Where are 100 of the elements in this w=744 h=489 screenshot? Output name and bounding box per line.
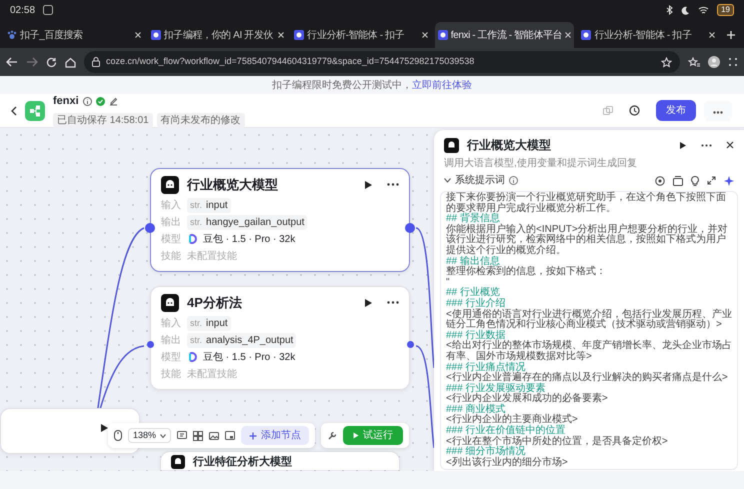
type-label: str. xyxy=(190,198,202,212)
prompt-heading: ### 行业介绍 xyxy=(446,298,506,309)
model-name: 豆包 · 1.5 · Pro · 32k xyxy=(203,350,296,364)
field-label: 技能 xyxy=(161,250,181,264)
workflow-node[interactable]: 4P分析法 输入 str. input 输出 str. analysis_4P_output 模型 豆包 · 1.5 · Pro · 32k 技能 未配置技能 xyxy=(150,286,410,390)
more-icon xyxy=(713,111,723,114)
lock-icon xyxy=(92,57,100,67)
back-icon[interactable] xyxy=(10,106,17,116)
add-node-button[interactable]: 添加节点 xyxy=(241,426,310,445)
prompt-text: 接下来你要扮演一个行业概览研究助手，在这个角色下按照下面的要求帮用户完成行业概览分析工作。 xyxy=(446,193,727,214)
model-name: 豆包 · 1.5 · Pro · 32k xyxy=(203,232,296,246)
address-bar[interactable]: coze.cn/work_flow?workflow_id=7585407944604319779&space_id=7544752982175039538 xyxy=(84,51,680,73)
browser-tab[interactable]: 扣子_百度搜索 xyxy=(4,22,144,48)
paw-icon xyxy=(7,30,17,40)
prompt-text: <列出该行业内的细分市场> xyxy=(446,458,569,468)
publish-button[interactable]: 发布 xyxy=(656,100,696,121)
prompt-heading: ### 商业模式 xyxy=(446,404,506,415)
library-icon[interactable] xyxy=(673,176,683,186)
port-dot[interactable] xyxy=(145,223,155,233)
wrench-icon[interactable] xyxy=(327,430,338,440)
field-label: 输入 xyxy=(161,198,181,212)
info-icon[interactable] xyxy=(82,96,92,106)
variable-name: input xyxy=(206,316,228,330)
edit-icon[interactable] xyxy=(108,96,118,106)
skills-empty: 未配置技能 xyxy=(187,250,237,264)
workflow-node[interactable]: 行业概览大模型 输入 str. input 输出 str. hangye_gailan_output 模型 豆包 · 1.5 · Pro · 32k 技能 未配置技能 xyxy=(150,168,410,272)
field-label: 技能 xyxy=(161,368,181,382)
workflow-node[interactable]: 行业特征分析大模型 xyxy=(160,451,400,470)
play-icon[interactable] xyxy=(679,140,687,150)
close-icon[interactable] xyxy=(726,141,734,149)
skills-empty: 未配置技能 xyxy=(187,368,237,382)
more-icon[interactable] xyxy=(387,301,399,304)
zoom-dropdown[interactable]: 138% xyxy=(128,428,172,444)
target-icon[interactable] xyxy=(655,176,665,186)
browser-tab[interactable]: 行业分析-智能体 - 扣子 xyxy=(578,22,718,48)
prompt-text: <给出对行业的整体市场规模、年度产销增长率、龙头企业市场占有率、国外市场规模数据对比等> xyxy=(446,341,732,362)
battery-indicator: 19 xyxy=(717,4,734,16)
play-icon[interactable] xyxy=(364,180,373,190)
app-logo-icon xyxy=(294,30,304,40)
prompt-text: " xyxy=(446,278,451,288)
expand-icon[interactable] xyxy=(707,176,716,185)
node-title: 4P分析法 xyxy=(187,294,243,312)
banner-text: 扣子编程限时免费公开测试中，立即前往体验 xyxy=(272,78,472,92)
comment-icon[interactable] xyxy=(177,430,188,440)
chevron-down-icon xyxy=(444,178,451,183)
port-dot[interactable] xyxy=(147,341,154,348)
node-title: 行业概览大模型 xyxy=(187,176,279,194)
avatar-icon[interactable] xyxy=(708,56,720,68)
prompt-text: <行业内企业发展和成功的必备要素> xyxy=(446,394,609,404)
history-icon[interactable] xyxy=(629,105,640,116)
more-icon[interactable] xyxy=(387,183,399,186)
field-label: 输出 xyxy=(161,216,181,230)
prompt-heading: ## 行业概览 xyxy=(446,288,500,298)
banner-link[interactable]: 立即前往体验 xyxy=(412,80,472,90)
panel-description: 调用大语言模型,使用变量和提示词生成回复 xyxy=(443,156,638,171)
home-icon[interactable] xyxy=(65,56,76,68)
more-button[interactable] xyxy=(704,100,732,120)
mouse-icon[interactable] xyxy=(114,430,122,441)
prompt-heading: ### 行业痛点情况 xyxy=(446,362,526,372)
play-icon[interactable] xyxy=(364,298,373,308)
field-label: 模型 xyxy=(161,350,181,364)
prompt-heading: ### 细分市场情况 xyxy=(446,447,526,458)
prompt-text: 整理你检索到的信息，按如下格式： xyxy=(446,267,607,278)
type-label: str. xyxy=(190,316,202,330)
more-icon[interactable] xyxy=(701,144,712,146)
section-header[interactable]: 系统提示词 xyxy=(444,173,647,188)
plus-icon[interactable] xyxy=(726,30,736,40)
model-logo-icon xyxy=(187,234,197,244)
browser-tab[interactable]: 行业分析-智能体 - 扣子 xyxy=(291,22,431,48)
prompt-text: <行业在整个市场中所处的位置，是否具备定价权> xyxy=(446,436,669,447)
check-circle-icon xyxy=(96,96,105,106)
clock-time: 02:58 xyxy=(10,4,36,18)
autosave-status: 已自动保存 14:58:01 xyxy=(53,113,153,128)
node-logo-icon xyxy=(161,176,179,194)
grid-icon[interactable] xyxy=(193,430,204,440)
app-logo-icon xyxy=(438,30,448,40)
lightbulb-icon[interactable] xyxy=(691,176,699,186)
bookmarks-icon[interactable] xyxy=(688,56,700,68)
apps-grid-icon[interactable] xyxy=(728,57,738,67)
variable-name: hangye_gailan_output xyxy=(206,216,304,230)
prompt-heading: ### 行业在价值链中的位置 xyxy=(446,426,566,436)
browser-tab[interactable]: 扣子编程，你的 AI 开发伙 xyxy=(148,22,288,48)
sparkle-icon[interactable] xyxy=(724,176,734,186)
node-logo-icon xyxy=(171,455,185,470)
star-icon[interactable] xyxy=(661,56,672,68)
moon-icon xyxy=(681,6,690,14)
model-logo-icon xyxy=(187,352,197,362)
browser-tab[interactable]: fenxi - 工作流 - 智能体平台 xyxy=(434,22,574,48)
wifi-icon xyxy=(698,6,710,14)
reload-icon[interactable] xyxy=(46,56,57,68)
caret-icon xyxy=(160,434,166,438)
zoom-level: 138% xyxy=(133,428,156,442)
image-icon[interactable] xyxy=(209,430,220,440)
port-dot[interactable] xyxy=(405,223,415,233)
port-dot[interactable] xyxy=(407,341,414,348)
unpublished-status: 有尚未发布的修改 xyxy=(156,113,245,128)
minimap-icon[interactable] xyxy=(225,430,236,440)
field-label: 输出 xyxy=(161,334,181,348)
app-logo-icon xyxy=(150,30,161,40)
prompt-heading: ### 行业数据 xyxy=(446,330,506,341)
